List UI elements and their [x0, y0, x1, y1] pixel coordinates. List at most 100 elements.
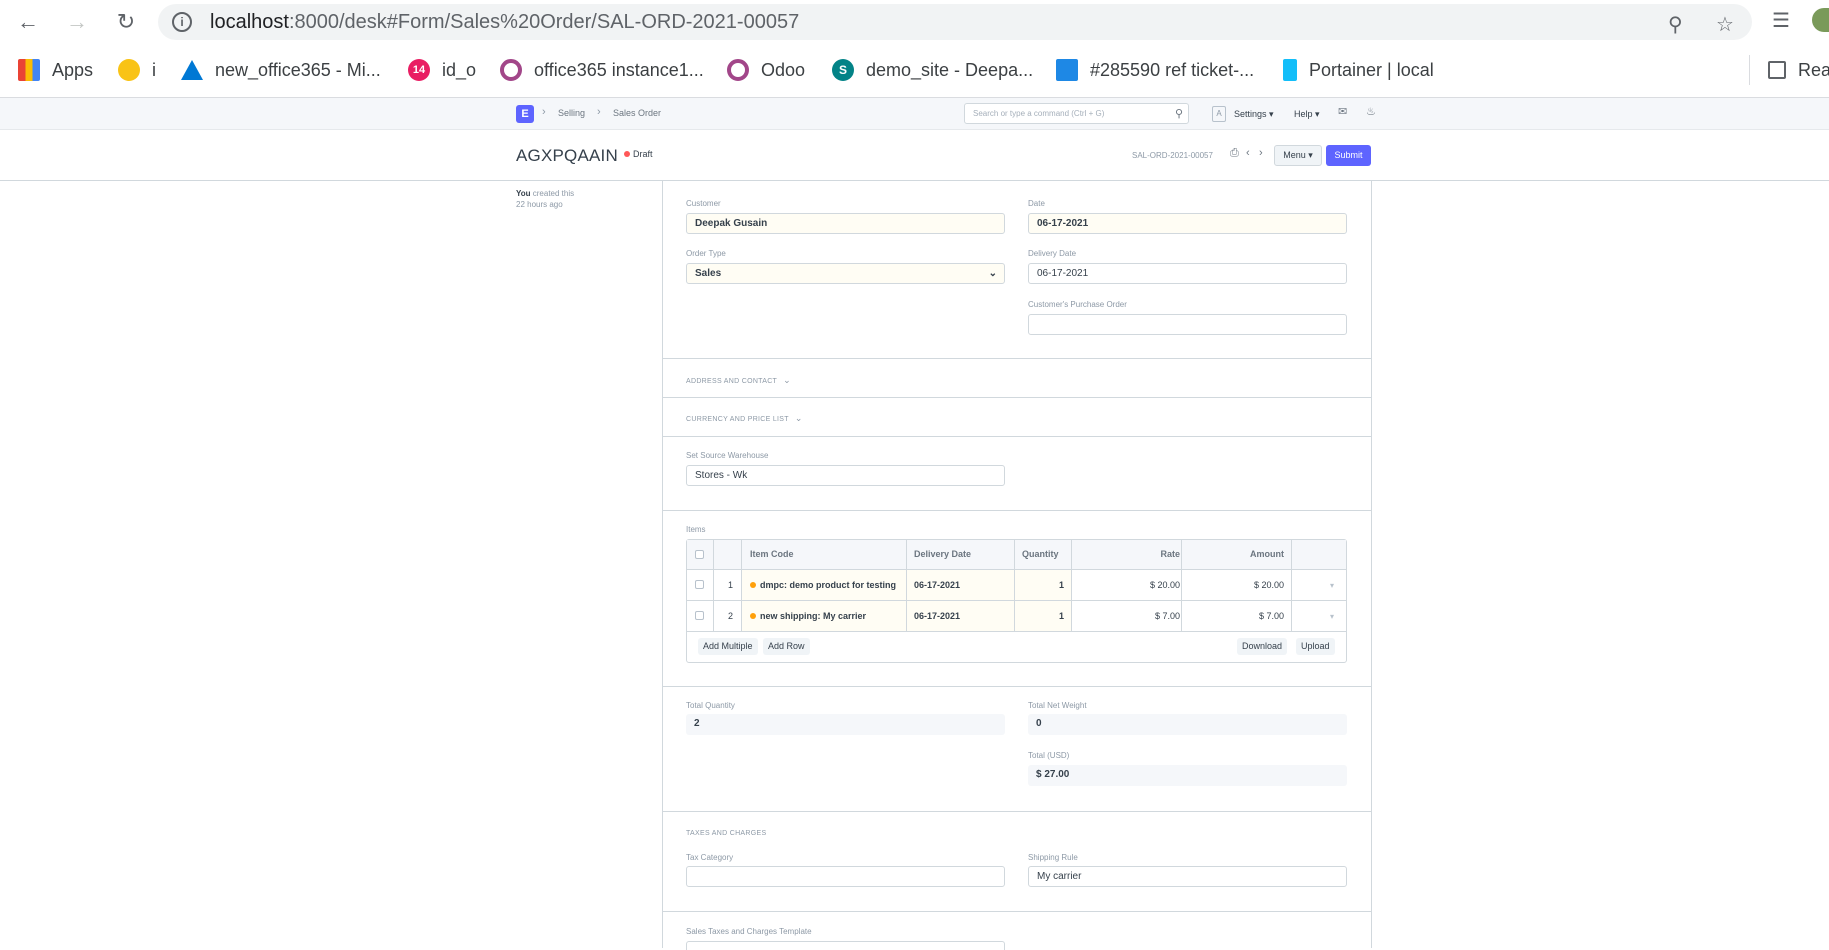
po-field[interactable]: [1028, 314, 1347, 335]
rate-cell[interactable]: $ 7.00: [1155, 611, 1180, 621]
amount-cell: $ 20.00: [1253, 580, 1284, 590]
profile-avatar[interactable]: [1812, 8, 1829, 32]
star-icon[interactable]: ☆: [1716, 12, 1734, 37]
total-net-weight-label: Total Net Weight: [1028, 701, 1087, 710]
bookmark-ticket[interactable]: #285590 ref ticket-...: [1056, 58, 1254, 82]
menu-button[interactable]: Menu ▾: [1274, 145, 1322, 166]
section-currency-price-list[interactable]: Currency and Price List ⌄: [686, 413, 803, 424]
media-control-icon[interactable]: ☰: [1772, 8, 1790, 33]
submit-button[interactable]: Submit: [1326, 145, 1371, 166]
azure-icon: [181, 60, 203, 80]
order-type-select[interactable]: Sales ⌄: [686, 263, 1005, 284]
app-navbar: E › Selling › Sales Order Search or type…: [0, 98, 1829, 130]
table-row[interactable]: 2 new shipping: My carrier 06-17-2021 1 …: [687, 601, 1346, 632]
row-edit-icon[interactable]: ▾: [1330, 581, 1334, 590]
breadcrumb-sales-order[interactable]: Sales Order: [613, 108, 661, 118]
url-text[interactable]: localhost:8000/desk#Form/Sales%20Order/S…: [210, 11, 799, 34]
warehouse-field[interactable]: Stores - Wk: [686, 465, 1005, 486]
customer-label: Customer: [686, 199, 721, 208]
download-button[interactable]: Download: [1237, 638, 1288, 655]
delivery-date-cell[interactable]: 06-17-2021: [914, 611, 960, 621]
quantity-cell[interactable]: 1: [1059, 611, 1064, 621]
sales-order-form: Customer Deepak Gusain Date 06-17-2021 O…: [662, 181, 1372, 950]
row-index: 2: [728, 611, 734, 621]
total-qty-field: 2: [686, 714, 1005, 735]
bookmark-demo-site[interactable]: Sdemo_site - Deepa...: [832, 58, 1033, 82]
next-doc-icon[interactable]: ›: [1259, 147, 1263, 159]
section-divider: [663, 911, 1371, 912]
total-qty-label: Total Quantity: [686, 701, 735, 710]
print-icon[interactable]: ⎙: [1230, 147, 1239, 160]
select-all-checkbox[interactable]: [695, 550, 704, 559]
section-address-contact[interactable]: Address and Contact ⌄: [686, 375, 791, 386]
total-net-weight-field: 0: [1028, 714, 1347, 735]
order-type-label: Order Type: [686, 249, 726, 258]
browser-toolbar: ← → ↻ i localhost:8000/desk#Form/Sales%2…: [0, 0, 1829, 43]
bookmark-odoo[interactable]: Odoo: [727, 58, 805, 82]
portainer-icon: [1283, 59, 1297, 81]
bookmark-id-o[interactable]: 14 id_o: [408, 58, 476, 82]
add-row-button[interactable]: Add Row: [763, 638, 810, 655]
document-name: SAL-ORD-2021-00057: [1132, 151, 1213, 160]
status-indicator: Draft: [624, 149, 653, 159]
row-checkbox[interactable]: [695, 611, 704, 620]
warehouse-label: Set Source Warehouse: [686, 451, 769, 460]
column-divider: [1291, 540, 1292, 632]
bookmark-i[interactable]: i: [118, 58, 156, 82]
section-divider: [663, 811, 1371, 812]
bookmark-new-office365[interactable]: new_office365 - Mi...: [181, 58, 381, 82]
bookmark-portainer[interactable]: Portainer | local: [1283, 58, 1434, 82]
column-item-code: Item Code: [750, 549, 794, 559]
row-checkbox[interactable]: [695, 580, 704, 589]
column-divider: [713, 540, 714, 632]
zoom-icon[interactable]: ⚲: [1668, 12, 1683, 37]
forward-icon[interactable]: →: [64, 9, 90, 35]
bookmark-office365-instance[interactable]: office365 instance1...: [500, 58, 704, 82]
bookmark-apps[interactable]: Apps: [18, 58, 93, 82]
section-divider: [663, 436, 1371, 437]
tax-category-field[interactable]: [686, 866, 1005, 887]
reload-icon[interactable]: ↻: [113, 9, 139, 35]
customer-field[interactable]: Deepak Gusain: [686, 213, 1005, 234]
address-bar[interactable]: i localhost:8000/desk#Form/Sales%20Order…: [158, 4, 1752, 40]
notification-bell-icon[interactable]: ♨: [1366, 105, 1376, 118]
bookmarks-divider: [1749, 55, 1750, 85]
app-logo[interactable]: E: [516, 105, 534, 123]
delivery-date-cell[interactable]: 06-17-2021: [914, 580, 960, 590]
column-divider: [741, 540, 742, 632]
item-code-cell[interactable]: dmpc: demo product for testing: [750, 580, 896, 590]
taxes-template-field[interactable]: [686, 941, 1005, 950]
previous-doc-icon[interactable]: ‹: [1246, 147, 1250, 159]
breadcrumb-selling[interactable]: Selling: [558, 108, 585, 118]
column-divider: [1071, 540, 1072, 632]
chat-icon[interactable]: ✉: [1338, 105, 1347, 118]
back-icon[interactable]: ←: [15, 9, 41, 35]
bookmarks-bar: Apps i new_office365 - Mi... 14 id_o offi…: [0, 50, 1829, 90]
row-edit-icon[interactable]: ▾: [1330, 612, 1334, 621]
table-header: Item Code Delivery Date Quantity Rate Am…: [687, 540, 1346, 570]
info-icon[interactable]: i: [172, 12, 192, 32]
taxes-template-label: Sales Taxes and Charges Template: [686, 927, 812, 936]
bookmark-reading-list[interactable]: Rea: [1768, 58, 1829, 82]
help-menu[interactable]: Help ▾: [1294, 109, 1320, 120]
table-row[interactable]: 1 dmpc: demo product for testing 06-17-2…: [687, 570, 1346, 601]
upload-button[interactable]: Upload: [1296, 638, 1335, 655]
quantity-cell[interactable]: 1: [1059, 580, 1064, 590]
column-quantity: Quantity: [1022, 549, 1059, 559]
column-divider: [1014, 540, 1015, 632]
column-amount: Amount: [1250, 549, 1284, 559]
date-field[interactable]: 06-17-2021: [1028, 213, 1347, 234]
rate-cell[interactable]: $ 20.00: [1150, 580, 1180, 590]
section-divider: [663, 358, 1371, 359]
row-index: 1: [728, 580, 734, 590]
delivery-date-field[interactable]: 06-17-2021: [1028, 263, 1347, 284]
search-placeholder: Search or type a command (Ctrl + G): [973, 109, 1105, 118]
settings-menu[interactable]: Settings ▾: [1234, 109, 1274, 120]
user-avatar[interactable]: A: [1212, 106, 1226, 122]
section-divider: [663, 397, 1371, 398]
awesomebar-search[interactable]: Search or type a command (Ctrl + G) ⚲: [964, 103, 1189, 124]
shipping-rule-field[interactable]: My carrier: [1028, 866, 1347, 887]
add-multiple-button[interactable]: Add Multiple: [698, 638, 758, 655]
date-label: Date: [1028, 199, 1045, 208]
item-code-cell[interactable]: new shipping: My carrier: [750, 611, 866, 621]
